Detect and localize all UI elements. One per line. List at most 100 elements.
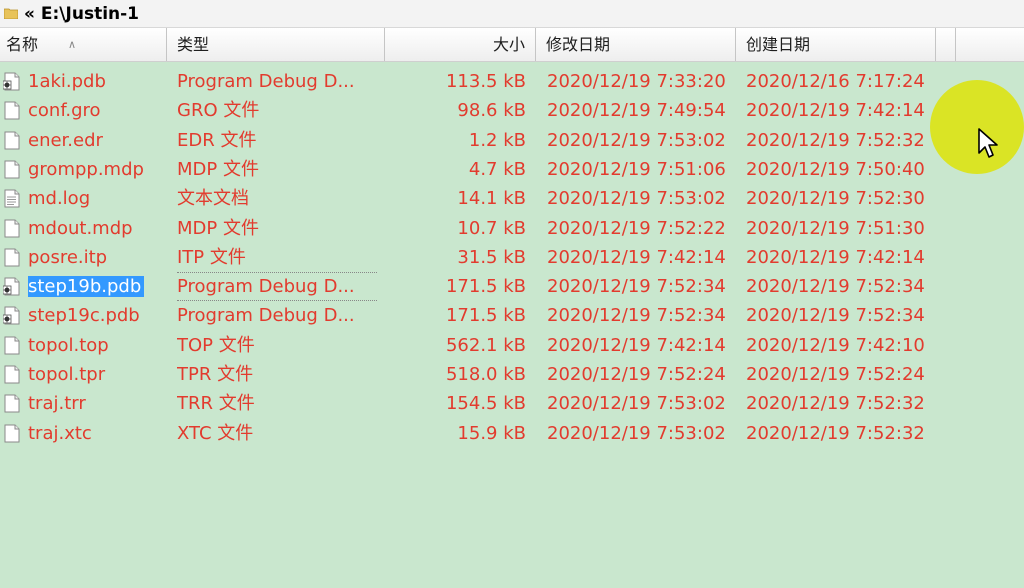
- file-type: MDP 文件: [177, 158, 259, 180]
- file-row[interactable]: 1aki.pdb Program Debug D... 113.5 kB 2020/1…: [0, 67, 1024, 96]
- file-type: Program Debug D...: [177, 305, 355, 327]
- file-modified-date: 2020/12/19 7:53:02: [547, 422, 726, 444]
- file-created-date: 2020/12/19 7:51:30: [746, 217, 925, 239]
- blank-file-icon: [4, 424, 20, 443]
- file-type: TRR 文件: [177, 393, 255, 415]
- column-header-name[interactable]: 名称 ∧: [0, 28, 167, 61]
- file-created-date: 2020/12/19 7:52:32: [746, 393, 925, 415]
- file-created-date: 2020/12/19 7:52:32: [746, 422, 925, 444]
- pdb-file-icon: [3, 306, 20, 325]
- file-modified-date: 2020/12/19 7:49:54: [547, 100, 726, 122]
- file-name: posre.itp: [28, 246, 108, 268]
- file-type: TOP 文件: [177, 334, 255, 356]
- file-size: 4.7 kB: [468, 158, 526, 180]
- file-row[interactable]: mdout.mdp MDP 文件 10.7 kB 2020/12/19 7:52:22…: [0, 214, 1024, 243]
- file-type: TPR 文件: [177, 364, 254, 385]
- file-name: mdout.mdp: [28, 217, 133, 239]
- blank-file-icon: [4, 219, 20, 237]
- file-type: ITP 文件: [177, 246, 246, 268]
- file-name: traj.trr: [28, 393, 86, 415]
- file-modified-date: 2020/12/19 7:52:34: [547, 305, 726, 327]
- file-created-date: 2020/12/19 7:42:14: [746, 100, 925, 122]
- file-name: conf.gro: [28, 100, 101, 122]
- file-size: 171.5 kB: [445, 305, 526, 327]
- file-size: 562.1 kB: [445, 334, 526, 356]
- file-type: EDR 文件: [177, 129, 257, 151]
- blank-file-icon: [4, 248, 20, 267]
- file-size: 171.5 kB: [445, 276, 526, 298]
- file-type: XTC 文件: [177, 422, 254, 444]
- file-row[interactable]: md.log 文本文档 14.1 kB 2020/12/19 7:53:02 2020/…: [0, 184, 1024, 213]
- file-row[interactable]: traj.trr TRR 文件 154.5 kB 2020/12/19 7:53:02…: [0, 389, 1024, 418]
- file-name: topol.top: [28, 334, 109, 356]
- file-name: ener.edr: [28, 129, 103, 151]
- file-modified-date: 2020/12/19 7:33:20: [547, 71, 726, 92]
- file-type: Program Debug D...: [177, 71, 355, 92]
- file-created-date: 2020/12/19 7:52:24: [746, 364, 925, 385]
- blank-file-icon: [4, 101, 20, 120]
- address-bar[interactable]: « E:\Justin-1: [0, 0, 1024, 28]
- file-name: 1aki.pdb: [28, 71, 106, 92]
- file-created-date: 2020/12/19 7:52:34: [746, 276, 925, 298]
- file-size: 154.5 kB: [445, 393, 526, 415]
- blank-file-icon: [4, 160, 20, 179]
- file-modified-date: 2020/12/19 7:42:14: [547, 246, 726, 268]
- file-size: 518.0 kB: [445, 364, 526, 385]
- file-size: 14.1 kB: [457, 188, 526, 210]
- file-row[interactable]: traj.xtc XTC 文件 15.9 kB 2020/12/19 7:53:02 2…: [0, 419, 1024, 448]
- file-row[interactable]: step19c.pdb Program Debug D... 171.5 kB 202…: [0, 301, 1024, 330]
- file-row[interactable]: topol.top TOP 文件 562.1 kB 2020/12/19 7:42:1…: [0, 331, 1024, 360]
- file-modified-date: 2020/12/19 7:53:02: [547, 393, 726, 415]
- column-header-created[interactable]: 创建日期: [736, 28, 936, 61]
- file-modified-date: 2020/12/19 7:42:14: [547, 334, 726, 356]
- file-row[interactable]: conf.gro GRO 文件 98.6 kB 2020/12/19 7:49:54 2…: [0, 96, 1024, 125]
- pdb-file-icon: [3, 277, 20, 296]
- file-created-date: 2020/12/19 7:42:14: [746, 246, 925, 268]
- file-size: 1.2 kB: [468, 129, 526, 151]
- file-modified-date: 2020/12/19 7:52:24: [547, 364, 726, 385]
- file-modified-date: 2020/12/19 7:53:02: [547, 129, 726, 151]
- folder-icon: [4, 8, 18, 19]
- column-header-size[interactable]: 大小: [385, 28, 536, 61]
- blank-file-icon: [4, 365, 20, 384]
- file-created-date: 2020/12/19 7:52:32: [746, 129, 925, 151]
- blank-file-icon: [4, 131, 20, 150]
- file-row[interactable]: grompp.mdp MDP 文件 4.7 kB 2020/12/19 7:51:06…: [0, 155, 1024, 184]
- file-type: Program Debug D...: [177, 272, 377, 302]
- blank-file-icon: [4, 336, 20, 355]
- file-created-date: 2020/12/16 7:17:24: [746, 71, 925, 92]
- file-row[interactable]: step19b.pdb Program Debug D... 171.5 kB 202…: [0, 272, 1024, 302]
- file-created-date: 2020/12/19 7:52:30: [746, 188, 925, 210]
- file-type: GRO 文件: [177, 100, 260, 122]
- file-row[interactable]: ener.edr EDR 文件 1.2 kB 2020/12/19 7:53:02 20…: [0, 126, 1024, 155]
- file-size: 31.5 kB: [457, 246, 526, 268]
- file-name: step19b.pdb: [28, 272, 168, 301]
- file-size: 15.9 kB: [457, 422, 526, 444]
- mouse-cursor-icon: [978, 128, 998, 158]
- column-header-bar: 名称 ∧ 类型 大小 修改日期 创建日期: [0, 28, 1024, 62]
- file-name: md.log: [28, 188, 91, 210]
- blank-file-icon: [4, 394, 20, 413]
- file-list[interactable]: 1aki.pdb Program Debug D... 113.5 kB 2020/1…: [0, 62, 1024, 588]
- file-size: 10.7 kB: [457, 217, 526, 239]
- file-modified-date: 2020/12/19 7:52:22: [547, 217, 726, 239]
- column-header-modified[interactable]: 修改日期: [536, 28, 736, 61]
- file-type: MDP 文件: [177, 217, 259, 239]
- path-text: « E:\Justin-1: [24, 3, 140, 24]
- column-header-empty: [956, 28, 1024, 61]
- file-modified-date: 2020/12/19 7:53:02: [547, 188, 726, 210]
- file-name: step19c.pdb: [28, 305, 140, 327]
- file-row[interactable]: posre.itp ITP 文件 31.5 kB 2020/12/19 7:42:14…: [0, 243, 1024, 272]
- file-created-date: 2020/12/19 7:52:34: [746, 305, 925, 327]
- pdb-file-icon: [3, 72, 20, 91]
- file-type: 文本文档: [177, 188, 249, 210]
- file-name: topol.tpr: [28, 364, 106, 385]
- file-created-date: 2020/12/19 7:42:10: [746, 334, 925, 356]
- text-file-icon: [4, 189, 20, 208]
- file-size: 98.6 kB: [457, 100, 526, 122]
- file-modified-date: 2020/12/19 7:52:34: [547, 276, 726, 298]
- column-header-type[interactable]: 类型: [167, 28, 385, 61]
- file-row[interactable]: topol.tpr TPR 文件 518.0 kB 2020/12/19 7:52:2…: [0, 360, 1024, 389]
- column-header-spacer: [936, 28, 956, 61]
- file-created-date: 2020/12/19 7:50:40: [746, 158, 925, 180]
